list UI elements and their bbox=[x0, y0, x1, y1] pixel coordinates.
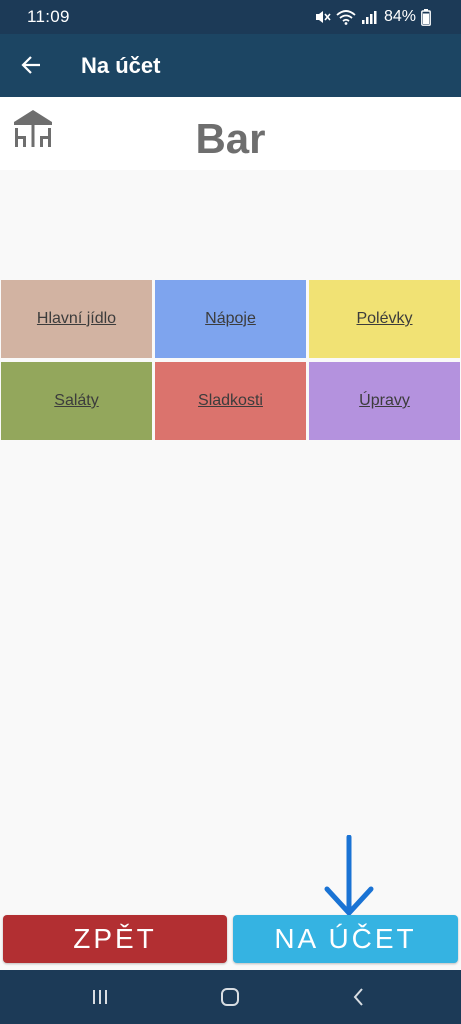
annotation-arrow-icon bbox=[324, 835, 374, 916]
back-icon bbox=[353, 988, 363, 1006]
category-tile-polevky[interactable]: Polévky bbox=[309, 280, 460, 358]
location-title: Bar bbox=[195, 115, 266, 162]
back-button[interactable]: ZPĚT bbox=[3, 915, 227, 963]
recent-apps-button[interactable] bbox=[87, 984, 113, 1010]
system-back-button[interactable] bbox=[346, 984, 372, 1010]
signal-icon bbox=[361, 11, 377, 24]
category-tile-sladkosti[interactable]: Sladkosti bbox=[155, 362, 306, 440]
navigation-bar bbox=[0, 970, 461, 1024]
category-tile-salaty[interactable]: Saláty bbox=[1, 362, 152, 440]
wifi-icon bbox=[336, 10, 356, 25]
category-tile-upravy[interactable]: Úpravy bbox=[309, 362, 460, 440]
app-bar: Na účet bbox=[0, 34, 461, 97]
arrow-left-icon bbox=[21, 56, 40, 74]
battery-percentage: 84% bbox=[383, 8, 416, 25]
category-tile-napoje[interactable]: Nápoje bbox=[155, 280, 306, 358]
home-button[interactable] bbox=[217, 984, 243, 1010]
category-tile-hlavni-jidlo[interactable]: Hlavní jídlo bbox=[1, 280, 152, 358]
to-bill-button[interactable]: NA ÚČET bbox=[233, 915, 458, 963]
status-time: 11:09 bbox=[27, 7, 70, 26]
category-grid: Hlavní jídlo Nápoje Polévky Saláty Sladk… bbox=[1, 280, 460, 440]
mute-icon bbox=[315, 11, 331, 23]
app-title: Na účet bbox=[81, 53, 161, 78]
home-icon bbox=[221, 988, 239, 1006]
battery-icon bbox=[421, 8, 431, 26]
status-icons: 84% bbox=[313, 6, 431, 28]
status-bar: 11:09 84% bbox=[0, 0, 461, 34]
back-arrow-button[interactable] bbox=[12, 46, 50, 84]
recent-apps-icon bbox=[93, 990, 107, 1004]
